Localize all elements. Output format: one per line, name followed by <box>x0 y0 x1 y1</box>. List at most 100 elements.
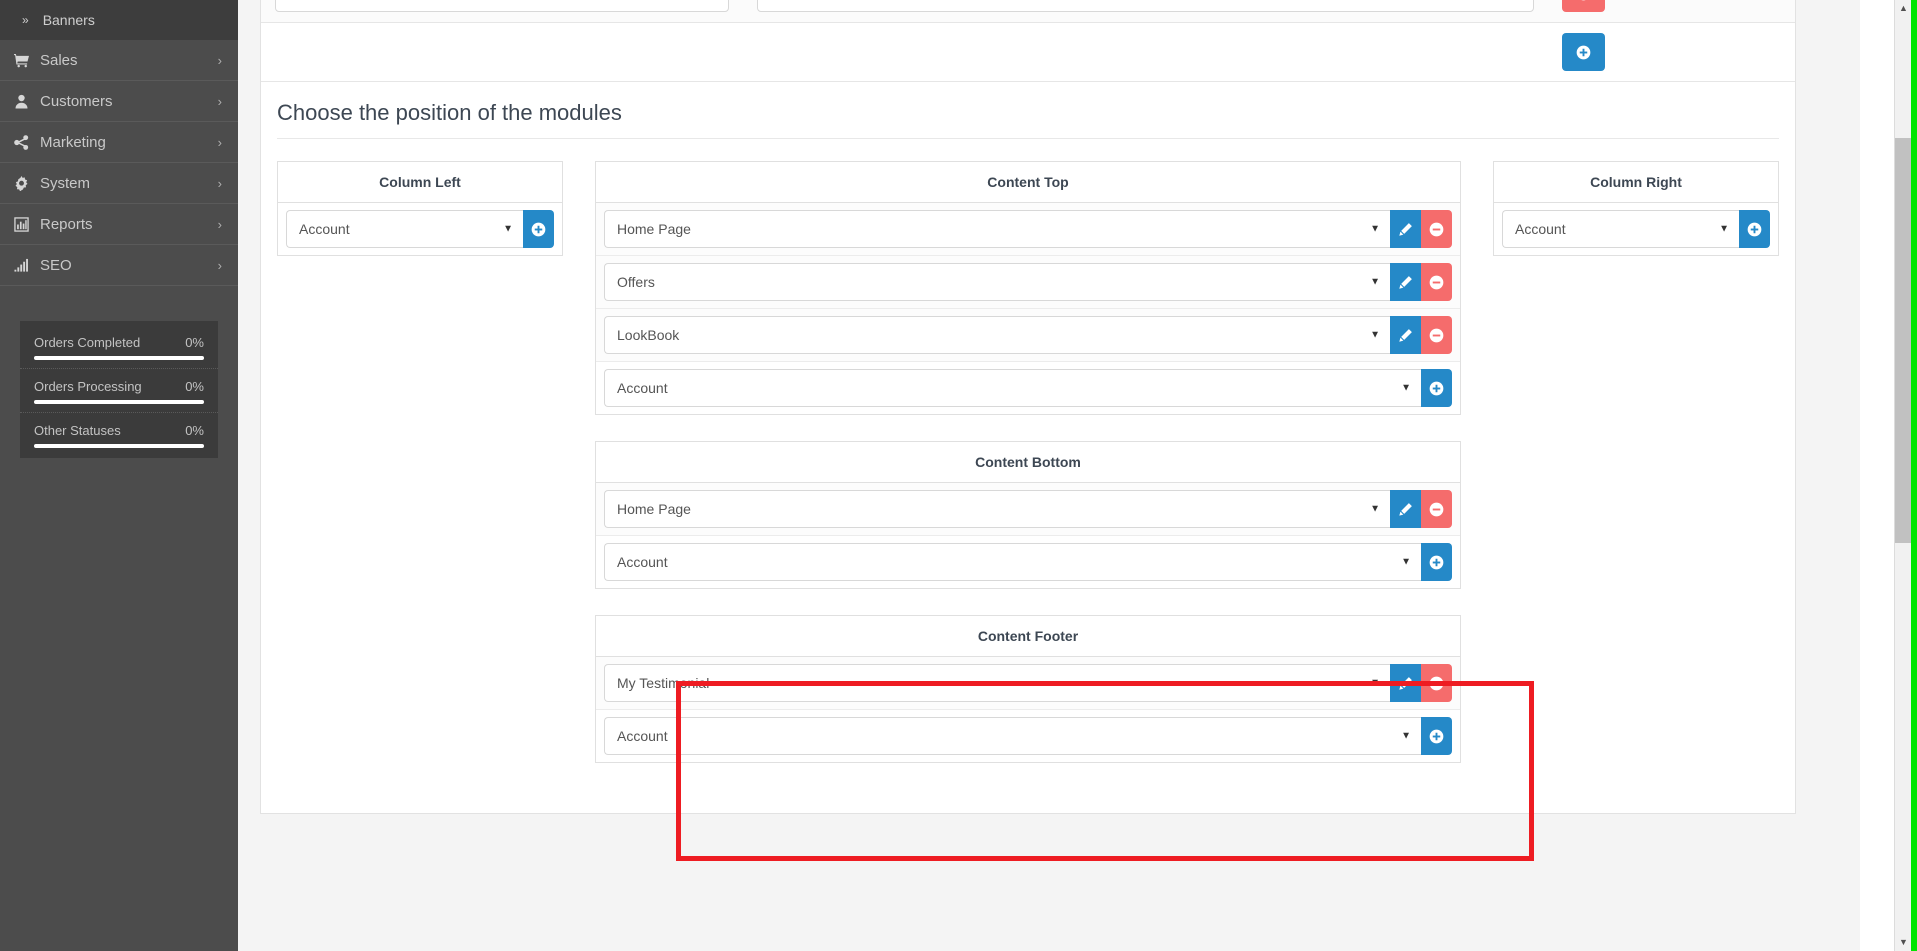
chevron-double-right-icon: » <box>22 13 29 27</box>
vertical-scrollbar[interactable]: ▲ ▼ <box>1894 0 1912 951</box>
sidebar-item-banners[interactable]: » Banners <box>0 0 238 40</box>
column-right-container: Column Right Account ▼ <box>1493 161 1779 789</box>
chevron-right-icon: › <box>217 175 222 191</box>
share-icon <box>14 134 40 150</box>
sidebar-item-system[interactable]: System › <box>0 163 238 204</box>
stat-value: 0% <box>185 423 204 438</box>
remove-module-button[interactable] <box>1421 210 1452 248</box>
panel-title: Column Right <box>1494 162 1778 203</box>
chevron-right-icon: › <box>217 93 222 109</box>
sidebar-item-reports[interactable]: Reports › <box>0 204 238 245</box>
panel-body: Home Page ▼ <box>596 203 1460 414</box>
module-select[interactable]: Account <box>604 543 1421 581</box>
stat-value: 0% <box>185 379 204 394</box>
panel-title: Content Footer <box>596 616 1460 657</box>
panel-column-right: Column Right Account ▼ <box>1493 161 1779 256</box>
add-module-button[interactable] <box>1739 210 1770 248</box>
sidebar-item-customers[interactable]: Customers › <box>0 81 238 122</box>
module-row-buttons <box>1390 263 1452 301</box>
module-select-wrapper[interactable]: Account ▼ <box>286 210 523 248</box>
module-select[interactable]: Home Page <box>604 210 1390 248</box>
module-select[interactable]: LookBook <box>604 316 1390 354</box>
module-select-wrapper[interactable]: Account ▼ <box>1502 210 1739 248</box>
scroll-down-arrow[interactable]: ▼ <box>1895 934 1912 951</box>
pencil-icon <box>1399 502 1412 516</box>
remove-module-button[interactable] <box>1421 490 1452 528</box>
module-select[interactable]: My Testimonial <box>604 664 1390 702</box>
module-select[interactable]: Offers <box>604 263 1390 301</box>
remove-module-button[interactable] <box>1421 263 1452 301</box>
stat-label: Orders Completed <box>34 335 141 350</box>
add-module-button[interactable] <box>523 210 554 248</box>
module-select-wrapper[interactable]: Account ▼ <box>604 543 1421 581</box>
panel-content-top: Content Top Home Page ▼ Offers ▼ LookBoo… <box>595 161 1461 415</box>
pencil-icon <box>1399 676 1412 690</box>
module-row-buttons <box>1390 490 1452 528</box>
chevron-right-icon: › <box>217 134 222 150</box>
module-row-buttons <box>1421 369 1452 407</box>
store-select-wrapper[interactable]: Default ▼ <box>275 0 730 12</box>
sidebar-item-label: Banners <box>42 12 95 28</box>
bar-chart-icon <box>14 216 40 232</box>
plus-circle-icon <box>1576 45 1590 59</box>
module-select-wrapper[interactable]: LookBook ▼ <box>604 316 1390 354</box>
module-select-wrapper[interactable]: Account ▼ <box>604 717 1421 755</box>
panel-title: Content Top <box>596 162 1460 203</box>
scroll-thumb[interactable] <box>1895 138 1912 543</box>
store-select[interactable]: Default <box>275 0 730 12</box>
sidebar-item-label: SEO <box>40 256 72 274</box>
cell-store: Default ▼ <box>261 0 744 23</box>
scroll-up-arrow[interactable]: ▲ <box>1895 0 1912 17</box>
module-select-wrapper[interactable]: Account ▼ <box>604 369 1421 407</box>
module-select-wrapper[interactable]: Home Page ▼ <box>604 210 1390 248</box>
pencil-icon <box>1399 222 1412 236</box>
sidebar-item-seo[interactable]: SEO › <box>0 245 238 286</box>
remove-module-button[interactable] <box>1421 664 1452 702</box>
add-route-button[interactable] <box>1561 33 1605 71</box>
stat-orders-completed: Orders Completed 0% <box>20 325 218 360</box>
signal-icon <box>14 258 40 273</box>
chevron-right-icon: › <box>217 257 222 273</box>
sidebar-item-sales[interactable]: Sales › <box>0 40 238 81</box>
table-row: Default ▼ <box>261 0 1795 23</box>
add-module-button[interactable] <box>1421 543 1452 581</box>
module-select[interactable]: Home Page <box>604 490 1390 528</box>
plus-circle-icon <box>1747 222 1762 236</box>
add-module-button[interactable] <box>1421 717 1452 755</box>
panel-body: Home Page ▼ <box>596 483 1460 588</box>
plus-circle-icon <box>1429 555 1444 569</box>
layout-edit-panel: Store Route Default ▼ <box>260 0 1796 814</box>
module-select[interactable]: Account <box>604 369 1421 407</box>
sidebar: » Banners Sales › Customers › Marketing … <box>0 0 238 951</box>
minus-circle-icon <box>1429 502 1444 516</box>
panel-content-footer: Content Footer My Testimonial ▼ Account … <box>595 615 1461 763</box>
module-select[interactable]: Account <box>1502 210 1739 248</box>
route-input[interactable] <box>757 0 1534 12</box>
minus-circle-icon <box>1429 275 1444 289</box>
module-add-row: Account ▼ <box>1494 203 1778 255</box>
edit-module-button[interactable] <box>1390 263 1421 301</box>
module-select-wrapper[interactable]: My Testimonial ▼ <box>604 664 1390 702</box>
module-select-wrapper[interactable]: Home Page ▼ <box>604 490 1390 528</box>
remove-route-button[interactable] <box>1561 0 1605 12</box>
cell-route <box>743 0 1548 23</box>
minus-circle-icon <box>1576 0 1591 1</box>
module-select[interactable]: Account <box>286 210 523 248</box>
edit-module-button[interactable] <box>1390 316 1421 354</box>
chevron-right-icon: › <box>217 216 222 232</box>
sidebar-item-marketing[interactable]: Marketing › <box>0 122 238 163</box>
add-module-button[interactable] <box>1421 369 1452 407</box>
remove-module-button[interactable] <box>1421 316 1452 354</box>
module-select[interactable]: Account <box>604 717 1421 755</box>
sidebar-item-label: Customers <box>40 92 113 110</box>
edit-module-button[interactable] <box>1390 210 1421 248</box>
cell-empty-route <box>743 22 1548 82</box>
module-select-wrapper[interactable]: Offers ▼ <box>604 263 1390 301</box>
column-left-container: Column Left Account ▼ <box>277 161 563 789</box>
cell-add-action <box>1547 22 1795 82</box>
panel-column-left: Column Left Account ▼ <box>277 161 563 256</box>
edit-module-button[interactable] <box>1390 664 1421 702</box>
module-add-row: Account ▼ <box>596 362 1460 414</box>
edit-module-button[interactable] <box>1390 490 1421 528</box>
